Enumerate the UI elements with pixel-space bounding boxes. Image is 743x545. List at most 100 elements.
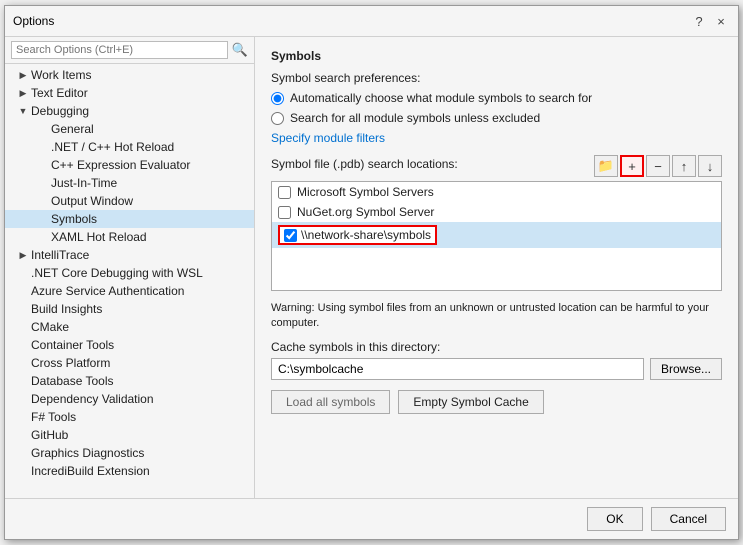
- move-down-button[interactable]: ↓: [698, 155, 722, 177]
- footer: OK Cancel: [5, 498, 738, 539]
- tree-item-label-build-insights: Build Insights: [31, 302, 102, 316]
- tree-item-dependency-validation[interactable]: Dependency Validation: [5, 390, 254, 408]
- folder-button[interactable]: 📁: [594, 155, 618, 177]
- tree-item-label-output-window: Output Window: [51, 194, 133, 208]
- expand-arrow-cmake: [17, 321, 29, 333]
- tree-item-label-work-items: Work Items: [31, 68, 91, 82]
- cache-path-input[interactable]: [271, 358, 644, 380]
- tree-item-database-tools[interactable]: Database Tools: [5, 372, 254, 390]
- selected-location-box: \\network-share\symbols: [278, 225, 437, 245]
- search-icon: 🔍: [232, 42, 248, 58]
- expand-arrow-cross-platform: [17, 357, 29, 369]
- location-text-network-share: \\network-share\symbols: [301, 228, 431, 242]
- ok-button[interactable]: OK: [587, 507, 642, 531]
- radio-auto-row: Automatically choose what module symbols…: [271, 91, 722, 105]
- add-button[interactable]: +: [620, 155, 644, 177]
- tree-item-cpp-expression-evaluator[interactable]: C++ Expression Evaluator: [5, 156, 254, 174]
- tree-item-cross-platform[interactable]: Cross Platform: [5, 354, 254, 372]
- tree: ▶Work Items▶Text Editor▼DebuggingGeneral…: [5, 64, 254, 498]
- tree-item-label-text-editor: Text Editor: [31, 86, 88, 100]
- tree-item-label-azure-service-auth: Azure Service Authentication: [31, 284, 184, 298]
- expand-arrow-xaml-hot-reload: [37, 231, 49, 243]
- search-input[interactable]: [11, 41, 228, 59]
- tree-item-work-items[interactable]: ▶Work Items: [5, 66, 254, 84]
- expand-arrow-azure-service-auth: [17, 285, 29, 297]
- close-button[interactable]: ×: [712, 12, 730, 30]
- tree-item-label-graphics-diagnostics: Graphics Diagnostics: [31, 446, 144, 460]
- expand-arrow-just-in-time: [37, 177, 49, 189]
- tree-item-label-incredibuild: IncrediBuild Extension: [31, 464, 150, 478]
- tree-item-graphics-diagnostics[interactable]: Graphics Diagnostics: [5, 444, 254, 462]
- tree-item-just-in-time[interactable]: Just-In-Time: [5, 174, 254, 192]
- expand-arrow-f-sharp-tools: [17, 411, 29, 423]
- section-title: Symbols: [271, 49, 722, 63]
- tree-item-label-xaml-hot-reload: XAML Hot Reload: [51, 230, 147, 244]
- cache-label: Cache symbols in this directory:: [271, 340, 722, 354]
- location-item-nuget-symbol-server[interactable]: NuGet.org Symbol Server: [272, 202, 721, 222]
- title-bar: Options ? ×: [5, 6, 738, 37]
- tree-item-incredibuild[interactable]: IncrediBuild Extension: [5, 462, 254, 480]
- title-bar-controls: ? ×: [690, 12, 730, 30]
- tree-item-github[interactable]: GitHub: [5, 426, 254, 444]
- action-row: Load all symbols Empty Symbol Cache: [271, 390, 722, 414]
- remove-button[interactable]: −: [646, 155, 670, 177]
- tree-item-label-debugging: Debugging: [31, 104, 89, 118]
- tree-item-container-tools[interactable]: Container Tools: [5, 336, 254, 354]
- expand-arrow-general: [37, 123, 49, 135]
- expand-arrow-symbols: [37, 213, 49, 225]
- tree-item-label-cmake: CMake: [31, 320, 69, 334]
- expand-arrow-graphics-diagnostics: [17, 447, 29, 459]
- tree-item-general[interactable]: General: [5, 120, 254, 138]
- left-panel: 🔍 ▶Work Items▶Text Editor▼DebuggingGener…: [5, 37, 255, 498]
- tree-item-label-database-tools: Database Tools: [31, 374, 114, 388]
- toolbar-buttons: 📁 + − ↑ ↓: [594, 155, 722, 177]
- dialog-title: Options: [13, 14, 54, 28]
- radio-all-row: Search for all module symbols unless exc…: [271, 111, 722, 125]
- radio-auto[interactable]: [271, 92, 284, 105]
- tree-item-label-cross-platform: Cross Platform: [31, 356, 110, 370]
- search-locations-label: Symbol file (.pdb) search locations:: [271, 157, 458, 171]
- radio-auto-label: Automatically choose what module symbols…: [290, 91, 592, 105]
- tree-item-net-core-debugging[interactable]: .NET Core Debugging with WSL: [5, 264, 254, 282]
- help-button[interactable]: ?: [690, 12, 708, 30]
- browse-button[interactable]: Browse...: [650, 358, 722, 380]
- cancel-button[interactable]: Cancel: [651, 507, 726, 531]
- search-prefs-label: Symbol search preferences:: [271, 71, 722, 85]
- tree-item-output-window[interactable]: Output Window: [5, 192, 254, 210]
- load-all-button[interactable]: Load all symbols: [271, 390, 390, 414]
- tree-item-label-github: GitHub: [31, 428, 68, 442]
- tree-item-symbols[interactable]: Symbols: [5, 210, 254, 228]
- expand-arrow-work-items: ▶: [17, 69, 29, 81]
- tree-item-azure-service-auth[interactable]: Azure Service Authentication: [5, 282, 254, 300]
- expand-arrow-text-editor: ▶: [17, 87, 29, 99]
- tree-item-intellitrace[interactable]: ▶IntelliTrace: [5, 246, 254, 264]
- specify-filters-link[interactable]: Specify module filters: [271, 131, 385, 145]
- tree-item-label-just-in-time: Just-In-Time: [51, 176, 117, 190]
- location-checkbox-ms-symbol-server[interactable]: [278, 186, 291, 199]
- tree-item-debugging[interactable]: ▼Debugging: [5, 102, 254, 120]
- tree-item-f-sharp-tools[interactable]: F# Tools: [5, 408, 254, 426]
- tree-item-net-cpp-hot-reload[interactable]: .NET / C++ Hot Reload: [5, 138, 254, 156]
- location-checkbox-network-share[interactable]: [284, 229, 297, 242]
- location-text-nuget-symbol-server: NuGet.org Symbol Server: [297, 205, 434, 219]
- move-up-button[interactable]: ↑: [672, 155, 696, 177]
- tree-item-cmake[interactable]: CMake: [5, 318, 254, 336]
- tree-item-text-editor[interactable]: ▶Text Editor: [5, 84, 254, 102]
- radio-all[interactable]: [271, 112, 284, 125]
- tree-item-label-net-cpp-hot-reload: .NET / C++ Hot Reload: [51, 140, 174, 154]
- tree-item-build-insights[interactable]: Build Insights: [5, 300, 254, 318]
- options-dialog: Options ? × 🔍 ▶Work Items▶Text Editor▼De…: [4, 5, 739, 540]
- expand-arrow-debugging: ▼: [17, 105, 29, 117]
- expand-arrow-database-tools: [17, 375, 29, 387]
- search-bar: 🔍: [5, 37, 254, 64]
- tree-item-label-f-sharp-tools: F# Tools: [31, 410, 76, 424]
- tree-item-label-container-tools: Container Tools: [31, 338, 114, 352]
- tree-item-label-net-core-debugging: .NET Core Debugging with WSL: [31, 266, 203, 280]
- dialog-body: 🔍 ▶Work Items▶Text Editor▼DebuggingGener…: [5, 37, 738, 498]
- tree-item-xaml-hot-reload[interactable]: XAML Hot Reload: [5, 228, 254, 246]
- empty-cache-button[interactable]: Empty Symbol Cache: [398, 390, 543, 414]
- expand-arrow-cpp-expression-evaluator: [37, 159, 49, 171]
- location-item-network-share[interactable]: \\network-share\symbols: [272, 222, 721, 248]
- location-checkbox-nuget-symbol-server[interactable]: [278, 206, 291, 219]
- location-item-ms-symbol-server[interactable]: Microsoft Symbol Servers: [272, 182, 721, 202]
